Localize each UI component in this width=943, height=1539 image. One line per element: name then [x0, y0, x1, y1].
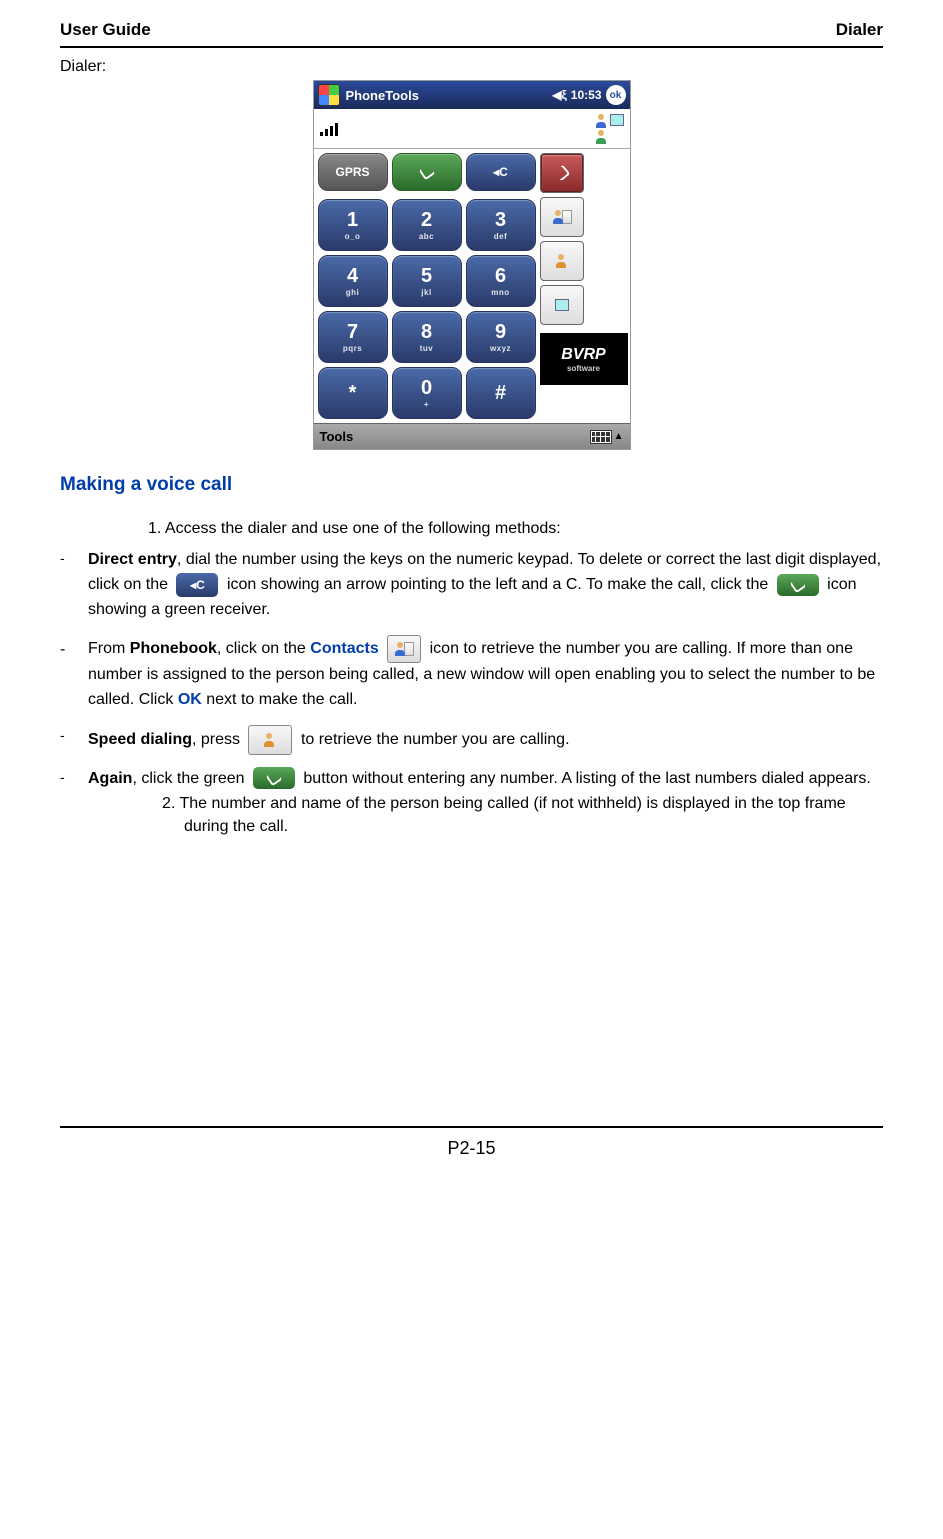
key-hash[interactable]: #: [466, 367, 536, 419]
bullet-phonebook: - From Phonebook, click on the Contacts …: [60, 635, 883, 713]
key-star[interactable]: *: [318, 367, 388, 419]
person-blue-icon: [595, 114, 609, 128]
key-4[interactable]: 4ghi: [318, 255, 388, 307]
dialer-label: Dialer:: [60, 58, 883, 76]
page-header: User Guide Dialer: [60, 20, 883, 46]
keyboard-icon[interactable]: [590, 430, 612, 444]
gprs-key[interactable]: GPRS: [318, 153, 388, 191]
header-rule: [60, 46, 883, 48]
header-left: User Guide: [60, 20, 151, 40]
tools-menu[interactable]: Tools: [320, 429, 354, 444]
key-6[interactable]: 6mno: [466, 255, 536, 307]
contacts-icon: [387, 635, 421, 663]
page-number: P2-15: [60, 1138, 883, 1159]
speaker-icon[interactable]: ◀ξ: [552, 88, 567, 102]
step-2: 2. The number and name of the person bei…: [184, 793, 883, 838]
key-8[interactable]: 8tuv: [392, 311, 462, 363]
backspace-icon: ◂C: [176, 573, 218, 597]
key-0[interactable]: 0+: [392, 367, 462, 419]
key-3[interactable]: 3def: [466, 199, 536, 251]
pc-sync-button[interactable]: [540, 285, 584, 325]
signal-icon: [320, 122, 338, 136]
backspace-key[interactable]: ◂C: [466, 153, 536, 191]
contacts-button[interactable]: [540, 197, 584, 237]
phone-mini-icon: [610, 114, 624, 126]
keypad-top-row: GPRS ◂C: [314, 149, 540, 195]
call-key[interactable]: [392, 153, 462, 191]
hangup-button[interactable]: [540, 153, 584, 193]
call-icon-again: [253, 767, 295, 789]
pda-body: GPRS ◂C 1o_o 2abc 3def 4ghi 5jkl 6mno 7p…: [314, 109, 630, 423]
kbd-up-icon[interactable]: ▲: [614, 431, 624, 442]
pda-screenshot: PhoneTools ◀ξ 10:53 ok GPRS ◂C: [313, 80, 631, 450]
key-1[interactable]: 1o_o: [318, 199, 388, 251]
number-display: [314, 109, 630, 149]
section-title: Making a voice call: [60, 474, 883, 496]
person-green-icon: [595, 130, 609, 144]
bullet-speed-dial: - Speed dialing, press to retrieve the n…: [60, 725, 883, 755]
pda-titlebar: PhoneTools ◀ξ 10:53 ok: [314, 81, 630, 109]
call-icon: [777, 574, 819, 596]
titlebar-time: 10:53: [571, 88, 602, 102]
pda-title: PhoneTools: [346, 88, 553, 103]
bullet-again: - Again, click the green button without …: [60, 767, 883, 847]
step-1: 1. Access the dialer and use one of the …: [170, 518, 883, 540]
speeddial-button[interactable]: [540, 241, 584, 281]
keypad-grid: 1o_o 2abc 3def 4ghi 5jkl 6mno 7pqrs 8tuv…: [314, 195, 540, 423]
footer-rule: [60, 1126, 883, 1128]
bvrp-logo: BVRP software: [540, 333, 628, 385]
bullet-direct-entry: - Direct entry, dial the number using th…: [60, 548, 883, 623]
speeddial-icon: [248, 725, 292, 755]
side-buttons: [540, 149, 632, 329]
key-2[interactable]: 2abc: [392, 199, 462, 251]
key-5[interactable]: 5jkl: [392, 255, 462, 307]
key-9[interactable]: 9wxyz: [466, 311, 536, 363]
key-7[interactable]: 7pqrs: [318, 311, 388, 363]
header-right: Dialer: [836, 20, 883, 40]
start-icon[interactable]: [318, 84, 340, 106]
pda-bottombar: Tools ▲: [314, 423, 630, 449]
ok-button[interactable]: ok: [606, 85, 626, 105]
